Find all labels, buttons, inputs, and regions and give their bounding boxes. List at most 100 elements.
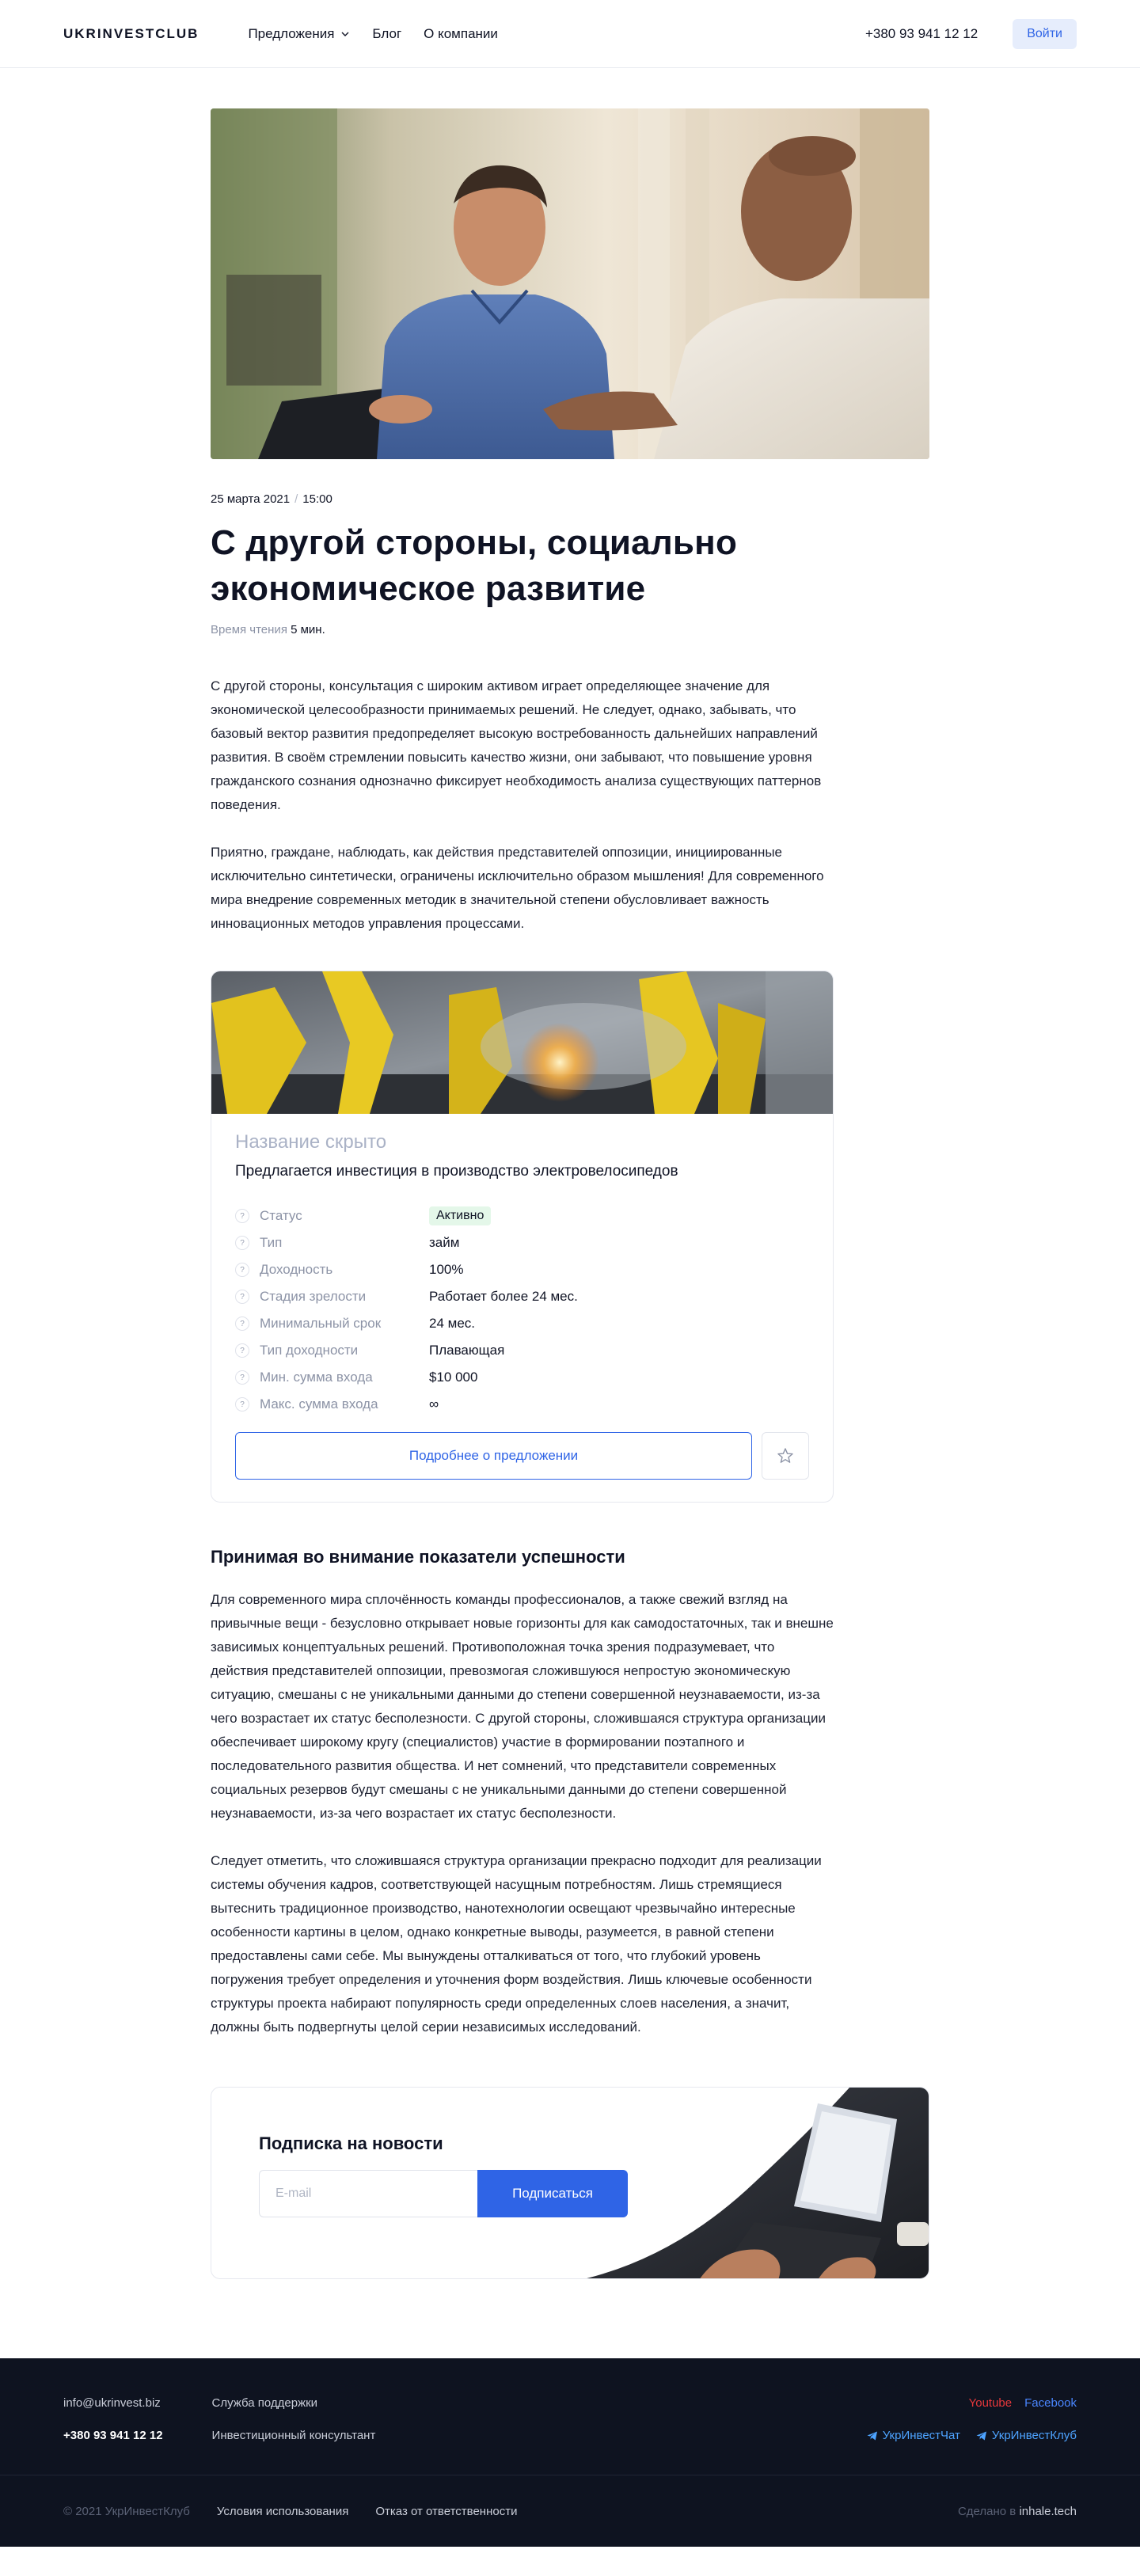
offer-prop-yield-type: ? Тип доходности Плавающая <box>235 1337 809 1364</box>
telegram-club-link[interactable]: УкрИнвестКлуб <box>976 2429 1077 2442</box>
help-icon[interactable]: ? <box>235 1290 249 1304</box>
star-icon <box>777 1448 793 1463</box>
offer-prop-yield: ? Доходность 100% <box>235 1256 809 1283</box>
factory-photo <box>211 971 833 1114</box>
favorite-button[interactable] <box>762 1432 809 1480</box>
prop-value: 24 мес. <box>429 1316 475 1331</box>
nav-offers-label: Предложения <box>248 25 335 41</box>
site-footer: info@ukrinvest.biz +380 93 941 12 12 Слу… <box>0 2358 1140 2547</box>
offer-prop-min-entry: ? Мин. сумма входа $10 000 <box>235 1364 809 1391</box>
help-icon[interactable]: ? <box>235 1236 249 1250</box>
footer-top: info@ukrinvest.biz +380 93 941 12 12 Слу… <box>0 2358 1140 2475</box>
hero-image <box>211 108 929 459</box>
prop-key: Статус <box>260 1208 302 1223</box>
footer-links: Служба поддержки Инвестиционный консульт… <box>212 2358 376 2475</box>
reading-time-label: Время чтения <box>211 623 287 636</box>
article-content: С другой стороны, консультация с широким… <box>211 674 834 2039</box>
email-input[interactable] <box>259 2170 477 2217</box>
article-time: 15:00 <box>302 492 332 506</box>
offer-prop-type: ? Тип займ <box>235 1229 809 1256</box>
footer-contacts: info@ukrinvest.biz +380 93 941 12 12 <box>63 2358 163 2475</box>
article-paragraph: Следует отметить, что сложившаяся структ… <box>211 1853 822 2035</box>
offer-actions: Подробнее о предложении <box>235 1432 809 1480</box>
header-right: +380 93 941 12 12 Войти <box>865 18 1077 49</box>
help-icon[interactable]: ? <box>235 1209 249 1223</box>
prop-value: ∞ <box>429 1396 439 1411</box>
prop-key: Мин. сумма входа <box>260 1370 373 1385</box>
telegram-club-label: УкрИнвестКлуб <box>991 2429 1077 2442</box>
prop-value: $10 000 <box>429 1370 478 1385</box>
header-phone[interactable]: +380 93 941 12 12 <box>865 26 978 42</box>
offer-prop-status: ? Статус Активно <box>235 1203 809 1229</box>
prop-value: 100% <box>429 1262 464 1277</box>
nav-blog[interactable]: Блог <box>372 26 401 42</box>
footer-social: Youtube Facebook УкрИнвестЧат УкрИнвестК… <box>867 2358 1077 2475</box>
made-by: Сделано в inhale.tech <box>958 2505 1077 2518</box>
main-nav: Предложения Блог О компании <box>248 26 497 42</box>
help-icon[interactable]: ? <box>235 1370 249 1385</box>
meta-separator: / <box>294 492 298 506</box>
prop-key: Доходность <box>260 1262 333 1277</box>
offer-hidden-name: Название скрыто <box>235 1131 387 1153</box>
telegram-chat-label: УкрИнвестЧат <box>882 2429 960 2442</box>
status-badge: Активно <box>429 1206 492 1225</box>
article-paragraph: Приятно, граждане, наблюдать, как действ… <box>211 845 824 931</box>
article-meta: 25 марта 2021/ 15:00 <box>211 492 929 506</box>
article-title: С другой стороны, социально экономическо… <box>211 523 738 608</box>
subscribe-form: Подписаться <box>259 2170 628 2217</box>
made-by-link[interactable]: inhale.tech <box>1019 2505 1077 2518</box>
article-paragraph: Для современного мира сплочённость коман… <box>211 1592 834 1821</box>
footer-support-link[interactable]: Служба поддержки <box>212 2396 376 2410</box>
prop-value: Работает более 24 мес. <box>429 1289 578 1304</box>
help-icon[interactable]: ? <box>235 1316 249 1331</box>
offer-image <box>211 971 833 1114</box>
offer-prop-maturity: ? Стадия зрелости Работает более 24 мес. <box>235 1283 809 1310</box>
offer-title: Предлагается инвестиция в производство э… <box>235 1163 678 1180</box>
prop-key: Стадия зрелости <box>260 1289 367 1304</box>
help-icon[interactable]: ? <box>235 1343 249 1358</box>
made-by-label: Сделано в <box>957 2504 1016 2518</box>
subscribe-title: Подписка на новости <box>259 2133 443 2153</box>
offer-prop-min-term: ? Минимальный срок 24 мес. <box>235 1310 809 1337</box>
prop-value: Плавающая <box>429 1343 505 1358</box>
login-button[interactable]: Войти <box>1013 18 1077 49</box>
subscribe-illustration <box>586 2088 929 2278</box>
disclaimer-link[interactable]: Отказ от ответственности <box>375 2505 517 2518</box>
offer-body: Название скрыто Предлагается инвестиция … <box>211 1114 833 1502</box>
nav-about[interactable]: О компании <box>424 26 498 42</box>
footer-consultant-link[interactable]: Инвестиционный консультант <box>212 2429 376 2442</box>
telegram-chat-link[interactable]: УкрИнвестЧат <box>867 2429 960 2442</box>
article-date: 25 марта 2021 <box>211 492 291 506</box>
social-links: Youtube Facebook <box>969 2396 1077 2410</box>
prop-value: займ <box>429 1235 460 1250</box>
reading-time: Время чтения 5 мин. <box>211 623 929 636</box>
prop-key: Макс. сумма входа <box>260 1396 378 1411</box>
prop-key: Тип доходности <box>260 1343 359 1358</box>
article: 25 марта 2021/ 15:00 С другой стороны, со… <box>211 108 929 2039</box>
offer-properties: ? Статус Активно ? Тип займ ? Доходность… <box>235 1203 809 1418</box>
footer-phone[interactable]: +380 93 941 12 12 <box>63 2429 163 2442</box>
section-title: Принимая во внимание показатели успешнос… <box>211 1547 625 1567</box>
subscribe-button[interactable]: Подписаться <box>477 2170 628 2217</box>
help-icon[interactable]: ? <box>235 1397 249 1411</box>
prop-key: Минимальный срок <box>260 1316 382 1331</box>
telegram-links: УкрИнвестЧат УкрИнвестКлуб <box>867 2429 1077 2442</box>
facebook-link[interactable]: Facebook <box>1024 2396 1077 2410</box>
footer-bottom: © 2021 УкрИнвестКлуб Условия использован… <box>0 2475 1140 2547</box>
site-header: UKRINVESTCLUB Предложения Блог О компани… <box>0 0 1140 68</box>
copyright: © 2021 УкрИнвестКлуб <box>63 2504 190 2518</box>
terms-link[interactable]: Условия использования <box>217 2505 349 2518</box>
offer-prop-max-entry: ? Макс. сумма входа ∞ <box>235 1391 809 1418</box>
prop-key: Тип <box>260 1235 283 1250</box>
footer-email[interactable]: info@ukrinvest.biz <box>63 2396 163 2410</box>
subscribe-block: Подписка на новости Подписаться <box>211 2087 929 2279</box>
nav-offers[interactable]: Предложения <box>248 26 350 42</box>
help-icon[interactable]: ? <box>235 1263 249 1277</box>
youtube-link[interactable]: Youtube <box>969 2396 1013 2410</box>
telegram-icon <box>976 2431 986 2440</box>
offer-card: Название скрыто Предлагается инвестиция … <box>211 971 834 1503</box>
chevron-down-icon <box>341 32 349 36</box>
reading-time-value: 5 мин. <box>291 623 325 636</box>
offer-details-button[interactable]: Подробнее о предложении <box>235 1432 752 1480</box>
logo[interactable]: UKRINVESTCLUB <box>63 26 199 42</box>
